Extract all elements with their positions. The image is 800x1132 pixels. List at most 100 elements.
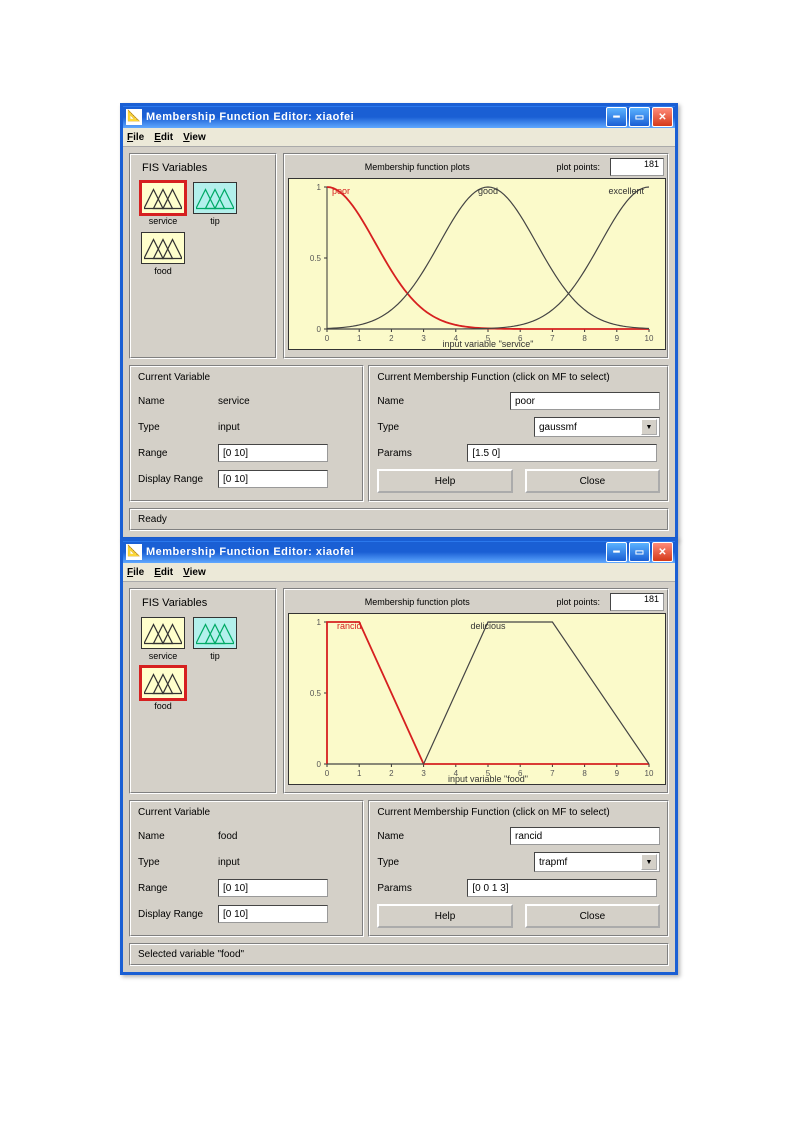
minimize-button[interactable]: ━ — [606, 542, 627, 562]
plot-header-label: Membership function plots — [288, 162, 546, 172]
fis-variable-icon[interactable] — [193, 617, 237, 649]
cv-disprange-label: Display Range — [138, 474, 218, 485]
mf-params-label: Params — [377, 883, 437, 894]
menubar: File Edit View — [123, 563, 675, 582]
help-button[interactable]: Help — [377, 904, 512, 928]
fis-variable-food[interactable]: food — [140, 232, 186, 276]
svg-text:0: 0 — [325, 769, 330, 778]
svg-text:7: 7 — [550, 334, 555, 343]
svg-text:1: 1 — [357, 334, 362, 343]
close-button[interactable]: Close — [525, 904, 660, 928]
mf-name-label: Name — [377, 831, 437, 842]
maximize-button[interactable]: ▭ — [629, 542, 650, 562]
fis-variable-icon[interactable] — [141, 232, 185, 264]
window-title: Membership Function Editor: xiaofei — [146, 546, 606, 558]
fis-variable-icon[interactable] — [193, 182, 237, 214]
cv-disprange-input[interactable]: [0 10] — [218, 470, 328, 488]
minimize-button[interactable]: ━ — [606, 107, 627, 127]
fis-variable-tip[interactable]: tip — [192, 182, 238, 226]
current-mf-title: Current Membership Function (click on MF… — [377, 807, 660, 818]
close-window-button[interactable]: ✕ — [652, 542, 673, 562]
cv-type-label: Type — [138, 422, 218, 433]
fis-variables-panel: FIS Variables service tip food — [129, 588, 277, 794]
mf-params-input[interactable]: [1.5 0] — [467, 444, 657, 462]
svg-text:poor: poor — [332, 186, 350, 196]
cv-disprange-input[interactable]: [0 10] — [218, 905, 328, 923]
plot-points-input[interactable]: 181 — [610, 158, 664, 176]
fis-variable-service[interactable]: service — [140, 182, 186, 226]
cv-range-label: Range — [138, 448, 218, 459]
app-icon — [126, 544, 142, 560]
svg-text:0: 0 — [317, 325, 322, 334]
svg-text:3: 3 — [421, 334, 426, 343]
chevron-down-icon[interactable]: ▼ — [641, 854, 657, 870]
plot-panel: Membership function plots plot points: 1… — [283, 153, 669, 359]
fis-variable-label: service — [140, 651, 186, 661]
menu-file[interactable]: File — [127, 132, 144, 143]
svg-text:1: 1 — [357, 769, 362, 778]
svg-text:2: 2 — [389, 769, 394, 778]
fis-variable-label: tip — [192, 651, 238, 661]
current-variable-panel: Current Variable Namefood Typeinput Rang… — [129, 800, 364, 937]
titlebar[interactable]: Membership Function Editor: xiaofei ━ ▭ … — [123, 541, 675, 563]
mf-type-combo[interactable]: gaussmf▼ — [534, 417, 660, 437]
cv-range-input[interactable]: [0 10] — [218, 444, 328, 462]
fis-variable-label: tip — [192, 216, 238, 226]
svg-text:excellent: excellent — [608, 186, 644, 196]
cv-type-value: input — [218, 857, 298, 868]
current-mf-panel: Current Membership Function (click on MF… — [368, 365, 669, 502]
maximize-button[interactable]: ▭ — [629, 107, 650, 127]
mf-type-combo[interactable]: trapmf▼ — [534, 852, 660, 872]
fis-variable-label: food — [140, 701, 186, 711]
help-button[interactable]: Help — [377, 469, 512, 493]
fis-variable-icon[interactable] — [141, 182, 185, 214]
svg-text:input variable "food": input variable "food" — [448, 774, 528, 784]
cv-type-value: input — [218, 422, 298, 433]
svg-text:3: 3 — [421, 769, 426, 778]
fis-variables-panel: FIS Variables service tip food — [129, 153, 277, 359]
mf-name-input[interactable]: rancid — [510, 827, 660, 845]
plot-area[interactable]: 01234567891000.51ranciddeliciousinput va… — [288, 613, 666, 785]
svg-text:10: 10 — [645, 769, 654, 778]
fis-variable-food[interactable]: food — [140, 667, 186, 711]
fis-variable-tip[interactable]: tip — [192, 617, 238, 661]
fis-variable-icon[interactable] — [141, 617, 185, 649]
status-bar: Selected variable "food" — [129, 943, 669, 966]
menu-edit[interactable]: Edit — [154, 567, 173, 578]
svg-text:0.5: 0.5 — [310, 689, 322, 698]
mf-params-label: Params — [377, 448, 437, 459]
close-window-button[interactable]: ✕ — [652, 107, 673, 127]
chevron-down-icon[interactable]: ▼ — [641, 419, 657, 435]
current-variable-title: Current Variable — [138, 807, 355, 818]
titlebar[interactable]: Membership Function Editor: xiaofei ━ ▭ … — [123, 106, 675, 128]
svg-text:1: 1 — [317, 618, 322, 627]
plot-points-input[interactable]: 181 — [610, 593, 664, 611]
mf-params-input[interactable]: [0 0 1 3] — [467, 879, 657, 897]
svg-text:8: 8 — [582, 769, 587, 778]
mf-type-label: Type — [377, 857, 437, 868]
plot-area[interactable]: 01234567891000.51poorgoodexcellentinput … — [288, 178, 666, 350]
menu-view[interactable]: View — [183, 132, 206, 143]
cv-disprange-label: Display Range — [138, 909, 218, 920]
mf-type-label: Type — [377, 422, 437, 433]
svg-text:8: 8 — [582, 334, 587, 343]
fis-variable-icon[interactable] — [141, 667, 185, 699]
plot-points-label: plot points: — [556, 162, 600, 172]
mf-name-label: Name — [377, 396, 437, 407]
current-variable-title: Current Variable — [138, 372, 355, 383]
fis-variable-label: service — [140, 216, 186, 226]
fis-variable-service[interactable]: service — [140, 617, 186, 661]
cv-range-input[interactable]: [0 10] — [218, 879, 328, 897]
close-button[interactable]: Close — [525, 469, 660, 493]
menu-edit[interactable]: Edit — [154, 132, 173, 143]
menu-file[interactable]: File — [127, 567, 144, 578]
svg-text:2: 2 — [389, 334, 394, 343]
current-mf-panel: Current Membership Function (click on MF… — [368, 800, 669, 937]
fis-variable-label: food — [140, 266, 186, 276]
cv-name-label: Name — [138, 396, 218, 407]
menu-view[interactable]: View — [183, 567, 206, 578]
mf-name-input[interactable]: poor — [510, 392, 660, 410]
plot-points-label: plot points: — [556, 597, 600, 607]
svg-text:10: 10 — [645, 334, 654, 343]
cv-name-label: Name — [138, 831, 218, 842]
